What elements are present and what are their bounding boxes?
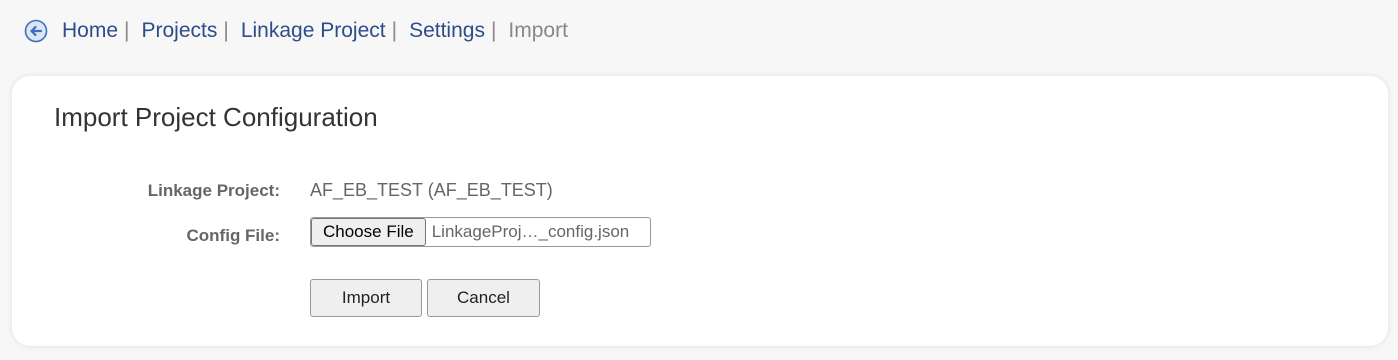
selected-file-name: LinkageProj…_config.json bbox=[431, 222, 630, 241]
linkage-project-value: AF_EB_TEST (AF_EB_TEST) bbox=[310, 180, 553, 200]
breadcrumb-linkage-project-link[interactable]: Linkage Project bbox=[241, 19, 386, 43]
breadcrumb-settings-link[interactable]: Settings bbox=[409, 19, 485, 43]
breadcrumb-separator: | bbox=[490, 19, 497, 42]
breadcrumb-separator: | bbox=[124, 19, 130, 42]
breadcrumb-projects-link[interactable]: Projects bbox=[142, 19, 218, 43]
breadcrumb-home-link[interactable]: Home bbox=[62, 19, 118, 43]
choose-file-button[interactable]: Choose File bbox=[311, 218, 426, 246]
import-button[interactable]: Import bbox=[310, 279, 422, 317]
linkage-project-label: Linkage Project: bbox=[147, 181, 280, 200]
back-arrow-icon[interactable] bbox=[24, 19, 48, 43]
config-file-label: Config File: bbox=[186, 226, 280, 245]
page-title: Import Project Configuration bbox=[54, 102, 378, 132]
breadcrumb-current: Import bbox=[508, 19, 568, 42]
import-config-panel: Import Project Configuration Linkage Pro… bbox=[12, 76, 1388, 346]
config-file-input[interactable]: Choose File LinkageProj…_config.json bbox=[310, 217, 651, 247]
breadcrumb-separator: | bbox=[223, 19, 229, 42]
breadcrumb: Home | Projects | Linkage Project | Sett… bbox=[24, 16, 568, 46]
breadcrumb-separator: | bbox=[391, 19, 398, 42]
cancel-button[interactable]: Cancel bbox=[427, 279, 540, 317]
